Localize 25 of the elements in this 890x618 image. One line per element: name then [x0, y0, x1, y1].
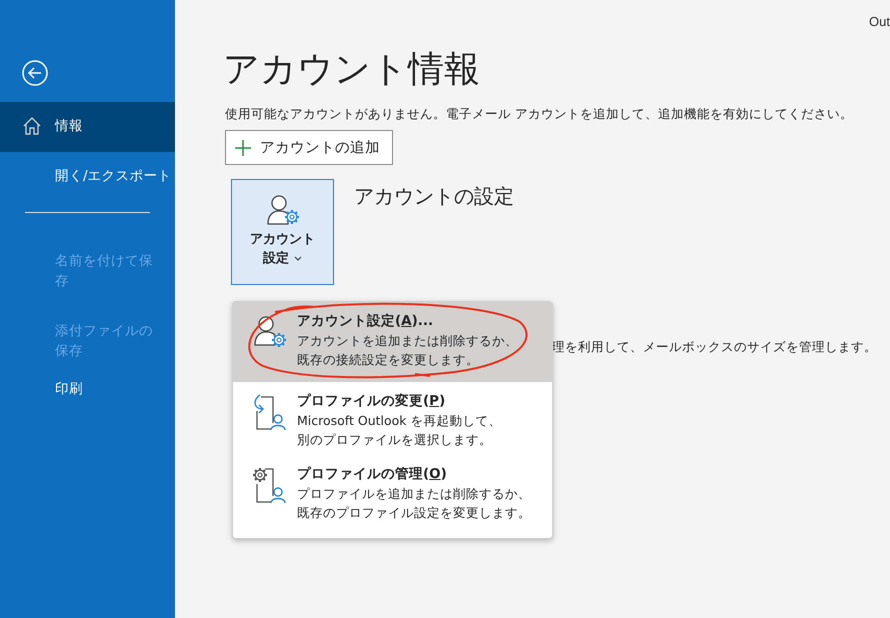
- menu-item-title: アカウント設定(A)...: [297, 312, 434, 331]
- window-title: Out: [869, 14, 890, 31]
- account-settings-button[interactable]: アカウント 設定: [231, 179, 334, 285]
- menu-item-title: プロファイルの管理(O): [297, 465, 448, 484]
- menu-item-description: Microsoft Outlook を再起動して、 別のプロファイルを選択します。: [297, 412, 502, 449]
- menu-item[interactable]: プロファイルの変更(P) Microsoft Outlook を再起動して、 別のプロファイルを選択します。: [233, 382, 552, 455]
- profile-gear-icon: [251, 466, 287, 504]
- menu-item-title: プロファイルの変更(P): [297, 392, 446, 411]
- page-heading: アカウント情報: [223, 48, 480, 92]
- add-account-button[interactable]: アカウントの追加: [225, 130, 393, 165]
- menu-item-description: プロファイルを追加または削除するか、 既存のプロファイル設定を変更します。: [297, 485, 531, 522]
- menu-item[interactable]: アカウント設定(A)... アカウントを追加または削除するか、 既存の接続設定を変更します。: [233, 302, 552, 382]
- person-gear-icon: [266, 194, 300, 226]
- chevron-icon: [294, 256, 302, 262]
- menu-item-description: アカウントを追加または削除するか、 既存の接続設定を変更します。: [297, 332, 518, 369]
- notice-text: 使用可能なアカウントがありません。電子メール アカウントを追加して、追加機能を有効にしてください。: [225, 106, 853, 123]
- menu-item[interactable]: プロファイルの管理(O) プロファイルを追加または削除するか、 既存のプロファイル設定を変更します。: [233, 455, 552, 528]
- home-icon: [22, 116, 42, 136]
- plus-icon: [234, 138, 252, 156]
- back-icon[interactable]: [22, 60, 48, 86]
- sidebar-item[interactable]: 印刷: [0, 365, 175, 415]
- sidebar-item[interactable]: 開く/エクスポート: [0, 152, 175, 202]
- description-text: 理を利用して、メールボックスのサイズを管理します。: [552, 339, 877, 356]
- section-title: アカウントの設定: [354, 183, 514, 210]
- sidebar-item[interactable]: 情報: [0, 102, 175, 152]
